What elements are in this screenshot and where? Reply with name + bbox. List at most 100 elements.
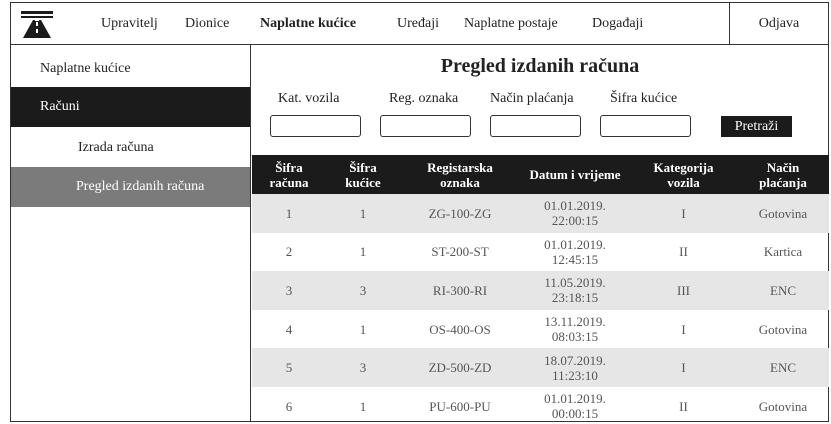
- cell-text: 4: [285, 321, 293, 337]
- cell-registarska-oznaka: PU-600-PU: [400, 387, 520, 424]
- nav-naplatne-kucice[interactable]: Naplatne kućice: [260, 16, 356, 32]
- cell-text: 1: [359, 244, 367, 260]
- search-button[interactable]: Pretraži: [721, 116, 792, 137]
- cell-registarska-oznaka: ZG-100-ZG: [400, 194, 520, 233]
- cell-text: ENC: [770, 282, 796, 298]
- cell-text: 3: [285, 282, 293, 298]
- sidebar: Naplatne kućice Računi Izrada računa Pre…: [11, 45, 251, 421]
- invoices-table: Šifra računa Šifra kućice Registarska oznak…: [252, 155, 829, 424]
- sidebar-item-izrada-racuna[interactable]: Izrada računa: [11, 128, 250, 168]
- cell-sifra-racuna: 4: [252, 310, 326, 349]
- cell-sifra-racuna: 3: [252, 271, 326, 310]
- cell-text: 6: [285, 398, 293, 414]
- reg-oznaka-input[interactable]: [380, 115, 471, 137]
- table-row[interactable]: 6 1 PU-600-PU 01.01.2019. 00:00:15 II Gotovina: [252, 387, 829, 424]
- cell-text: ENC: [770, 360, 796, 376]
- cell-sifra-kucice: 1: [326, 387, 400, 424]
- sifra-kucice-input[interactable]: [600, 115, 691, 137]
- col-header-kategorija-vozila[interactable]: Kategorija vozila: [630, 155, 737, 194]
- cell-datum-i-vrijeme: 11.05.2019. 23:18:15: [520, 271, 630, 310]
- table-row[interactable]: 5 3 ZD-500-ZD 18.07.2019. 11:23:10 I ENC: [252, 348, 829, 387]
- cell-kategorija-vozila: II: [630, 233, 737, 272]
- header-text: Kategorija: [653, 159, 714, 175]
- nav-naplatne-postaje[interactable]: Naplatne postaje: [464, 16, 558, 32]
- cell-text: 12:45:15: [551, 251, 599, 267]
- header-text: Šifra: [349, 159, 377, 175]
- header-text: oznaka: [440, 174, 480, 190]
- cell-text: 5: [285, 360, 293, 376]
- cell-text: 1: [359, 321, 367, 337]
- table-row[interactable]: 1 1 ZG-100-ZG 01.01.2019. 22:00:15 I Gotovina: [252, 194, 829, 233]
- cell-registarska-oznaka: ZD-500-ZD: [400, 348, 520, 387]
- main-content: Pregled izdanih računa Kat. vozila Reg. …: [252, 45, 829, 424]
- cell-text: 01.01.2019.: [544, 391, 606, 407]
- cell-text: I: [681, 321, 686, 337]
- header-text: Način: [766, 159, 800, 175]
- cell-text: 3: [359, 282, 367, 298]
- cell-text: 08:03:15: [551, 329, 599, 345]
- cell-text: 00:00:15: [551, 406, 599, 422]
- cell-text: I: [681, 360, 686, 376]
- cell-text: 2: [285, 244, 293, 260]
- sidebar-item-racuni[interactable]: Računi: [11, 87, 250, 127]
- cell-text: 11:23:10: [552, 367, 598, 383]
- highway-icon[interactable]: [19, 8, 55, 40]
- cell-text: Kartica: [763, 244, 803, 260]
- filter-label-sifra-kucice: Šifra kućice: [610, 91, 678, 106]
- col-header-registarska-oznaka[interactable]: Registarska oznaka: [400, 155, 520, 194]
- cell-text: 1: [359, 398, 367, 414]
- kat-vozila-input[interactable]: [270, 115, 361, 137]
- cell-text: Gotovina: [758, 321, 808, 337]
- cell-registarska-oznaka: OS-400-OS: [400, 310, 520, 349]
- cell-sifra-kucice: 1: [326, 310, 400, 349]
- nav-uredaji[interactable]: Uređaji: [397, 16, 439, 32]
- col-header-sifra-kucice[interactable]: Šifra kućice: [326, 155, 400, 194]
- logout-button[interactable]: Odjava: [729, 3, 828, 44]
- cell-sifra-racuna: 6: [252, 387, 326, 424]
- cell-datum-i-vrijeme: 13.11.2019. 08:03:15: [520, 310, 630, 349]
- cell-text: 23:18:15: [551, 290, 599, 306]
- cell-text: ZG-100-ZG: [428, 205, 492, 221]
- nav-dionice[interactable]: Dionice: [185, 16, 229, 32]
- header-text: Datum i vrijeme: [529, 167, 621, 182]
- nacin-placanja-input[interactable]: [490, 115, 581, 137]
- cell-datum-i-vrijeme: 01.01.2019. 22:00:15: [520, 194, 630, 233]
- cell-text: Gotovina: [758, 205, 808, 221]
- cell-kategorija-vozila: I: [630, 348, 737, 387]
- header-text: vozila: [667, 174, 700, 190]
- header-text: računa: [269, 174, 309, 190]
- cell-kategorija-vozila: II: [630, 387, 737, 424]
- cell-nacin-placanja: Gotovina: [737, 194, 829, 233]
- cell-sifra-racuna: 1: [252, 194, 326, 233]
- nav-upravitelj[interactable]: Upravitelj: [101, 16, 158, 32]
- cell-text: III: [677, 282, 690, 298]
- app-frame: Upravitelj Dionice Naplatne kućice Uređa…: [10, 2, 829, 422]
- table-row[interactable]: 3 3 RI-300-RI 11.05.2019. 23:18:15 III ENC: [252, 271, 829, 310]
- cell-sifra-racuna: 2: [252, 233, 326, 272]
- nav-dogadaji[interactable]: Događaji: [592, 16, 643, 32]
- cell-sifra-kucice: 3: [326, 348, 400, 387]
- cell-text: 13.11.2019.: [544, 314, 606, 330]
- cell-kategorija-vozila: III: [630, 271, 737, 310]
- cell-text: ZD-500-ZD: [428, 360, 492, 376]
- sidebar-item-naplatne-kucice[interactable]: Naplatne kućice: [11, 49, 250, 89]
- cell-text: 1: [285, 205, 293, 221]
- cell-text: I: [681, 205, 686, 221]
- filter-label-kat-vozila: Kat. vozila: [278, 91, 340, 106]
- cell-kategorija-vozila: I: [630, 194, 737, 233]
- table-row[interactable]: 2 1 ST-200-ST 01.01.2019. 12:45:15 II Kartica: [252, 233, 829, 272]
- col-header-sifra-racuna[interactable]: Šifra računa: [252, 155, 326, 194]
- cell-text: ST-200-ST: [431, 244, 489, 260]
- col-header-nacin-placanja[interactable]: Način plaćanja: [737, 155, 829, 194]
- sidebar-item-pregled-izdanih-racuna[interactable]: Pregled izdanih računa: [11, 167, 250, 207]
- header-text: Registarska: [427, 159, 493, 175]
- table-row[interactable]: 4 1 OS-400-OS 13.11.2019. 08:03:15 I Gotovina: [252, 310, 829, 349]
- header-text: kućice: [345, 174, 381, 190]
- cell-nacin-placanja: Gotovina: [737, 387, 829, 424]
- cell-sifra-racuna: 5: [252, 348, 326, 387]
- col-header-datum-i-vrijeme[interactable]: Datum i vrijeme: [520, 155, 630, 194]
- cell-sifra-kucice: 3: [326, 271, 400, 310]
- cell-text: 3: [359, 360, 367, 376]
- cell-datum-i-vrijeme: 01.01.2019. 12:45:15: [520, 233, 630, 272]
- cell-text: OS-400-OS: [429, 321, 491, 337]
